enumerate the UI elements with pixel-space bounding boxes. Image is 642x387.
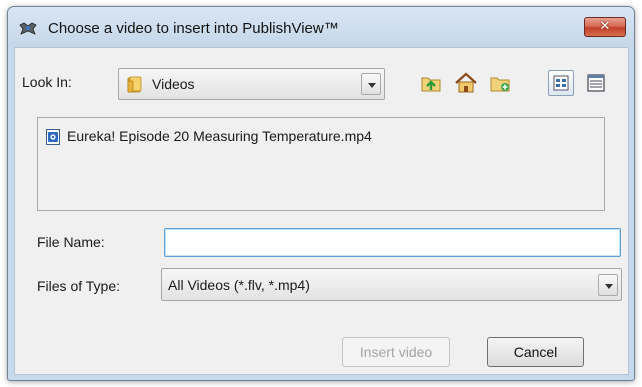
file-name-label: File Name:	[37, 234, 105, 250]
list-view-glyph-icon	[553, 75, 569, 91]
look-in-label: Look In:	[22, 74, 72, 90]
home-icon[interactable]	[453, 70, 479, 96]
details-view-icon[interactable]	[583, 70, 609, 96]
file-type-value: All Videos (*.flv, *.mp4)	[168, 277, 310, 293]
close-button[interactable]: ✕	[584, 17, 626, 37]
title-bar[interactable]: Choose a video to insert into PublishVie…	[8, 7, 634, 47]
list-view-icon[interactable]	[548, 70, 574, 96]
file-name-input[interactable]	[164, 228, 621, 257]
app-logo-icon	[19, 22, 37, 35]
look-in-value: Videos	[152, 76, 195, 92]
file-type-label: Files of Type:	[37, 278, 121, 294]
file-type-dropdown[interactable]: All Videos (*.flv, *.mp4)	[161, 268, 622, 301]
chevron-down-icon[interactable]	[361, 73, 381, 95]
insert-video-button[interactable]: Insert video	[342, 337, 450, 367]
file-name: Eureka! Episode 20 Measuring Temperature…	[67, 128, 372, 144]
chevron-down-icon[interactable]	[598, 274, 618, 296]
look-in-dropdown[interactable]: Videos	[118, 68, 385, 100]
up-folder-icon[interactable]	[418, 70, 444, 96]
cancel-button[interactable]: Cancel	[487, 337, 584, 367]
folder-icon	[127, 76, 142, 93]
close-icon: ✕	[599, 19, 611, 34]
window-title: Choose a video to insert into PublishVie…	[48, 20, 339, 37]
file-list[interactable]: Eureka! Episode 20 Measuring Temperature…	[37, 117, 605, 211]
new-folder-icon[interactable]	[487, 70, 513, 96]
video-file-icon	[46, 129, 60, 145]
